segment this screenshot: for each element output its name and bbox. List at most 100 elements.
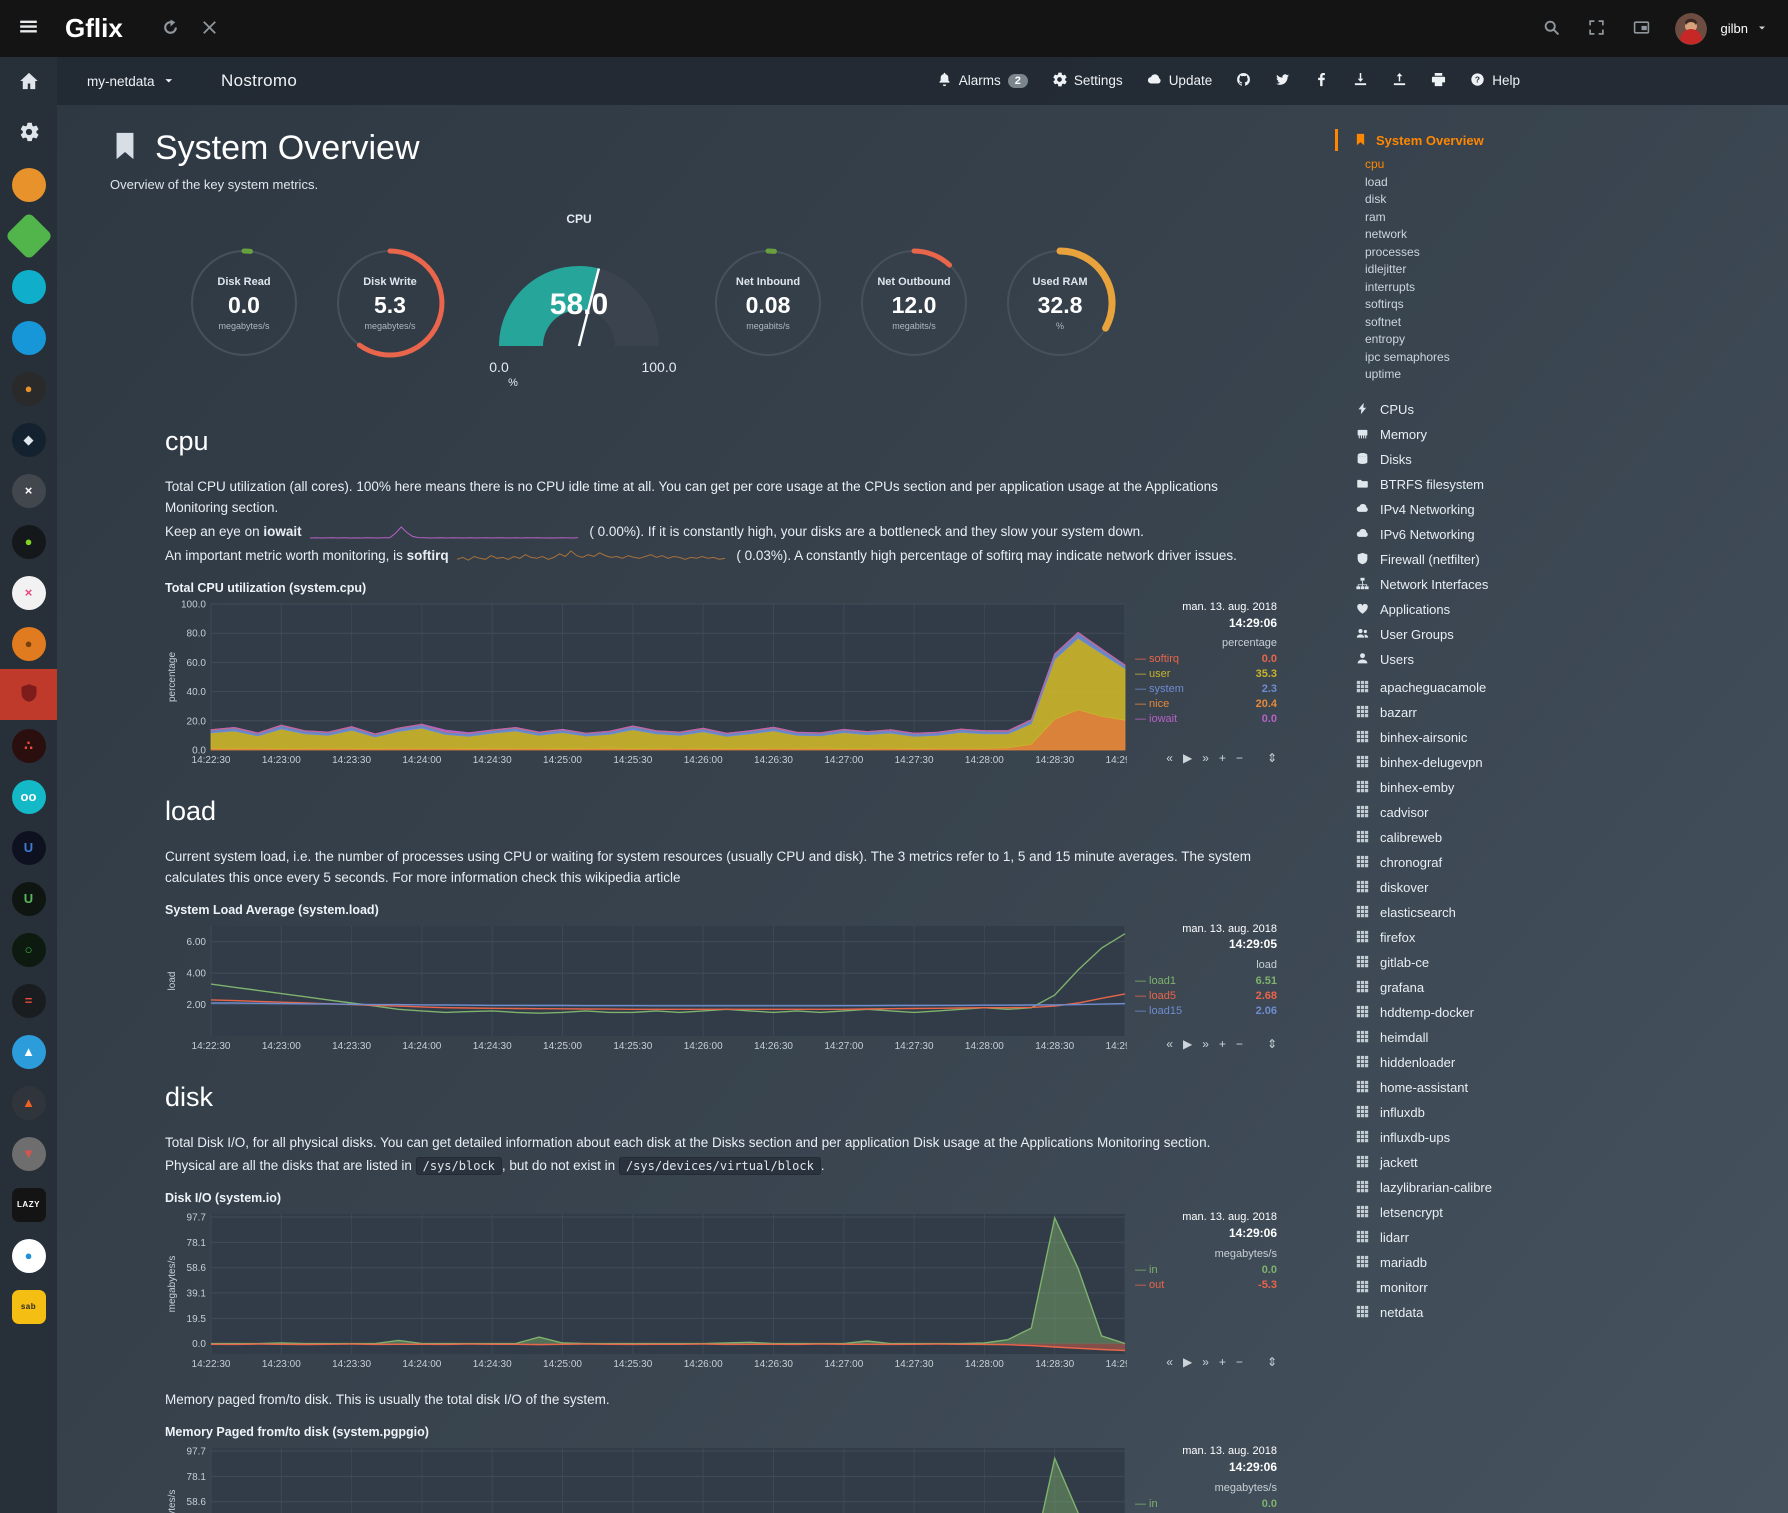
nav-app-hiddenloader[interactable]: hiddenloader [1335,1050,1788,1075]
refresh-icon[interactable] [162,19,179,39]
nav-section-network-interfaces[interactable]: Network Interfaces [1335,572,1788,597]
gauge-net-inbound[interactable]: Net Inbound0.08megabits/s [706,241,830,370]
play-icon[interactable]: ▶ [1183,1355,1192,1369]
legend-in[interactable]: — in0.0 [1135,1497,1277,1512]
nav-section-user-groups[interactable]: User Groups [1335,622,1788,647]
resize-handle-icon[interactable]: ⇕ [1267,1037,1277,1051]
legend-softirq[interactable]: — softirq0.0 [1135,652,1277,667]
pan-forward-icon[interactable]: » [1202,1037,1209,1051]
nav-item-ram[interactable]: ram [1365,209,1788,227]
chart-canvas[interactable]: 14:22:3014:23:0014:23:3014:24:0014:24:30… [165,600,1127,768]
menu-icon[interactable] [0,17,57,40]
nav-app-cadvisor[interactable]: cadvisor [1335,800,1788,825]
nav-app-mariadb[interactable]: mariadb [1335,1250,1788,1275]
nav-app-calibreweb[interactable]: calibreweb [1335,825,1788,850]
nav-item-network[interactable]: network [1365,226,1788,244]
nav-section-users[interactable]: Users [1335,647,1788,672]
nav-app-binhex-airsonic[interactable]: binhex-airsonic [1335,725,1788,750]
nav-app-letsencrypt[interactable]: letsencrypt [1335,1200,1788,1225]
chart-canvas[interactable]: 14:22:3014:23:0014:23:3014:24:0014:24:30… [165,922,1127,1054]
nav-alarms[interactable]: Alarms2 [937,72,1028,89]
disk-io-chart[interactable]: Disk I/O (system.io)14:22:3014:23:0014:2… [165,1191,1325,1372]
disk-heading[interactable]: disk [165,1082,1325,1113]
legend-load5[interactable]: — load52.68 [1135,989,1277,1004]
sidebar-app-app-grey-x[interactable]: × [0,465,57,516]
sidebar-app-app-black-green[interactable]: ● [0,516,57,567]
nav-print[interactable] [1431,72,1446,89]
sidebar-app-app-white-pink[interactable]: × [0,567,57,618]
search-icon[interactable] [1543,19,1560,39]
nav-item-softnet[interactable]: softnet [1365,314,1788,332]
nav-section-applications[interactable]: Applications [1335,597,1788,622]
sidebar-app-app-green-ring[interactable]: ○ [0,924,57,975]
nav-facebook[interactable] [1314,72,1329,89]
resize-handle-icon[interactable]: ⇕ [1267,1355,1277,1369]
sidebar-app-app-sab[interactable]: sab [0,1281,57,1332]
pan-backward-icon[interactable]: « [1166,1037,1173,1051]
nav-item-processes[interactable]: processes [1365,244,1788,262]
gauge-disk-read[interactable]: Disk Read0.0megabytes/s [182,241,306,370]
sidebar-app-app-blue-arrow[interactable]: ▲ [0,1026,57,1077]
sidebar-app-app-teal-oo[interactable]: oo [0,771,57,822]
sidebar-app-app-navy[interactable]: ◆ [0,414,57,465]
nav-app-apacheguacamole[interactable]: apacheguacamole [1335,675,1788,700]
sidebar-app-home[interactable] [0,57,57,108]
legend-system[interactable]: — system2.3 [1135,682,1277,697]
sidebar-app-app-dark-blue-u[interactable]: U [0,822,57,873]
load-heading[interactable]: load [165,796,1325,827]
nav-section-firewall-netfilter-[interactable]: Firewall (netfilter) [1335,547,1788,572]
nav-settings[interactable]: Settings [1052,72,1123,89]
nav-section-ipv6-networking[interactable]: IPv6 Networking [1335,522,1788,547]
gauge-net-outbound[interactable]: Net Outbound12.0megabits/s [852,241,976,370]
fullscreen-icon[interactable] [1588,19,1605,39]
nav-section-ipv4-networking[interactable]: IPv4 Networking [1335,497,1788,522]
play-icon[interactable]: ▶ [1183,751,1192,765]
sidebar-app-app-bars[interactable]: = [0,975,57,1026]
nav-item-idlejitter[interactable]: idlejitter [1365,261,1788,279]
nav-twitter[interactable] [1275,72,1290,89]
nav-app-lidarr[interactable]: lidarr [1335,1225,1788,1250]
sidebar-app-app-orange-ring[interactable]: ● [0,618,57,669]
sidebar-app-app-dark-orange-dot[interactable]: ● [0,363,57,414]
nav-app-jackett[interactable]: jackett [1335,1150,1788,1175]
nav-app-influxdb[interactable]: influxdb [1335,1100,1788,1125]
username[interactable]: gilbn [1721,21,1748,36]
wikipedia-link[interactable]: wikipedia article [585,870,680,885]
legend-iowait[interactable]: — iowait0.0 [1135,712,1277,727]
sidebar-app-app-dark-red-dots[interactable]: ∴ [0,720,57,771]
sidebar-app-app-gitlab[interactable]: ▲ [0,1077,57,1128]
play-icon[interactable]: ▶ [1183,1037,1192,1051]
nav-app-elasticsearch[interactable]: elasticsearch [1335,900,1788,925]
zoom-out-icon[interactable]: − [1236,1355,1243,1369]
legend-user[interactable]: — user35.3 [1135,667,1277,682]
nav-app-netdata[interactable]: netdata [1335,1300,1788,1325]
nav-item-interrupts[interactable]: interrupts [1365,279,1788,297]
nav-app-gitlab-ce[interactable]: gitlab-ce [1335,950,1788,975]
nav-section-memory[interactable]: Memory [1335,422,1788,447]
nav-system-overview[interactable]: System Overview [1335,129,1788,151]
resize-handle-icon[interactable]: ⇕ [1267,751,1277,765]
cpu-chart[interactable]: Total CPU utilization (system.cpu)14:22:… [165,581,1325,768]
zoom-in-icon[interactable]: + [1219,751,1226,765]
nav-item-cpu[interactable]: cpu [1365,156,1788,174]
load-chart[interactable]: System Load Average (system.load)14:22:3… [165,903,1325,1054]
sidebar-app-app-blue-waves[interactable] [0,312,57,363]
nav-app-heimdall[interactable]: heimdall [1335,1025,1788,1050]
nav-export-snapshot[interactable] [1353,72,1368,89]
chart-canvas[interactable]: 14:22:3014:23:0014:23:3014:24:0014:24:30… [165,1444,1127,1513]
pan-forward-icon[interactable]: » [1202,751,1209,765]
nav-app-influxdb-ups[interactable]: influxdb-ups [1335,1125,1788,1150]
zoom-in-icon[interactable]: + [1219,1355,1226,1369]
legend-in[interactable]: — in0.0 [1135,1263,1277,1278]
legend-nice[interactable]: — nice20.4 [1135,697,1277,712]
nav-section-disks[interactable]: Disks [1335,447,1788,472]
nav-app-diskover[interactable]: diskover [1335,875,1788,900]
nav-section-cpus[interactable]: CPUs [1335,397,1788,422]
sidebar-app-app-drop[interactable]: ● [0,1230,57,1281]
nav-app-binhex-delugevpn[interactable]: binhex-delugevpn [1335,750,1788,775]
sidebar-app-app-orange[interactable] [0,159,57,210]
nav-help[interactable]: ?Help [1470,72,1520,89]
nav-app-chronograf[interactable]: chronograf [1335,850,1788,875]
nav-app-grafana[interactable]: grafana [1335,975,1788,1000]
gauge-used-ram[interactable]: Used RAM32.8% [998,241,1122,370]
